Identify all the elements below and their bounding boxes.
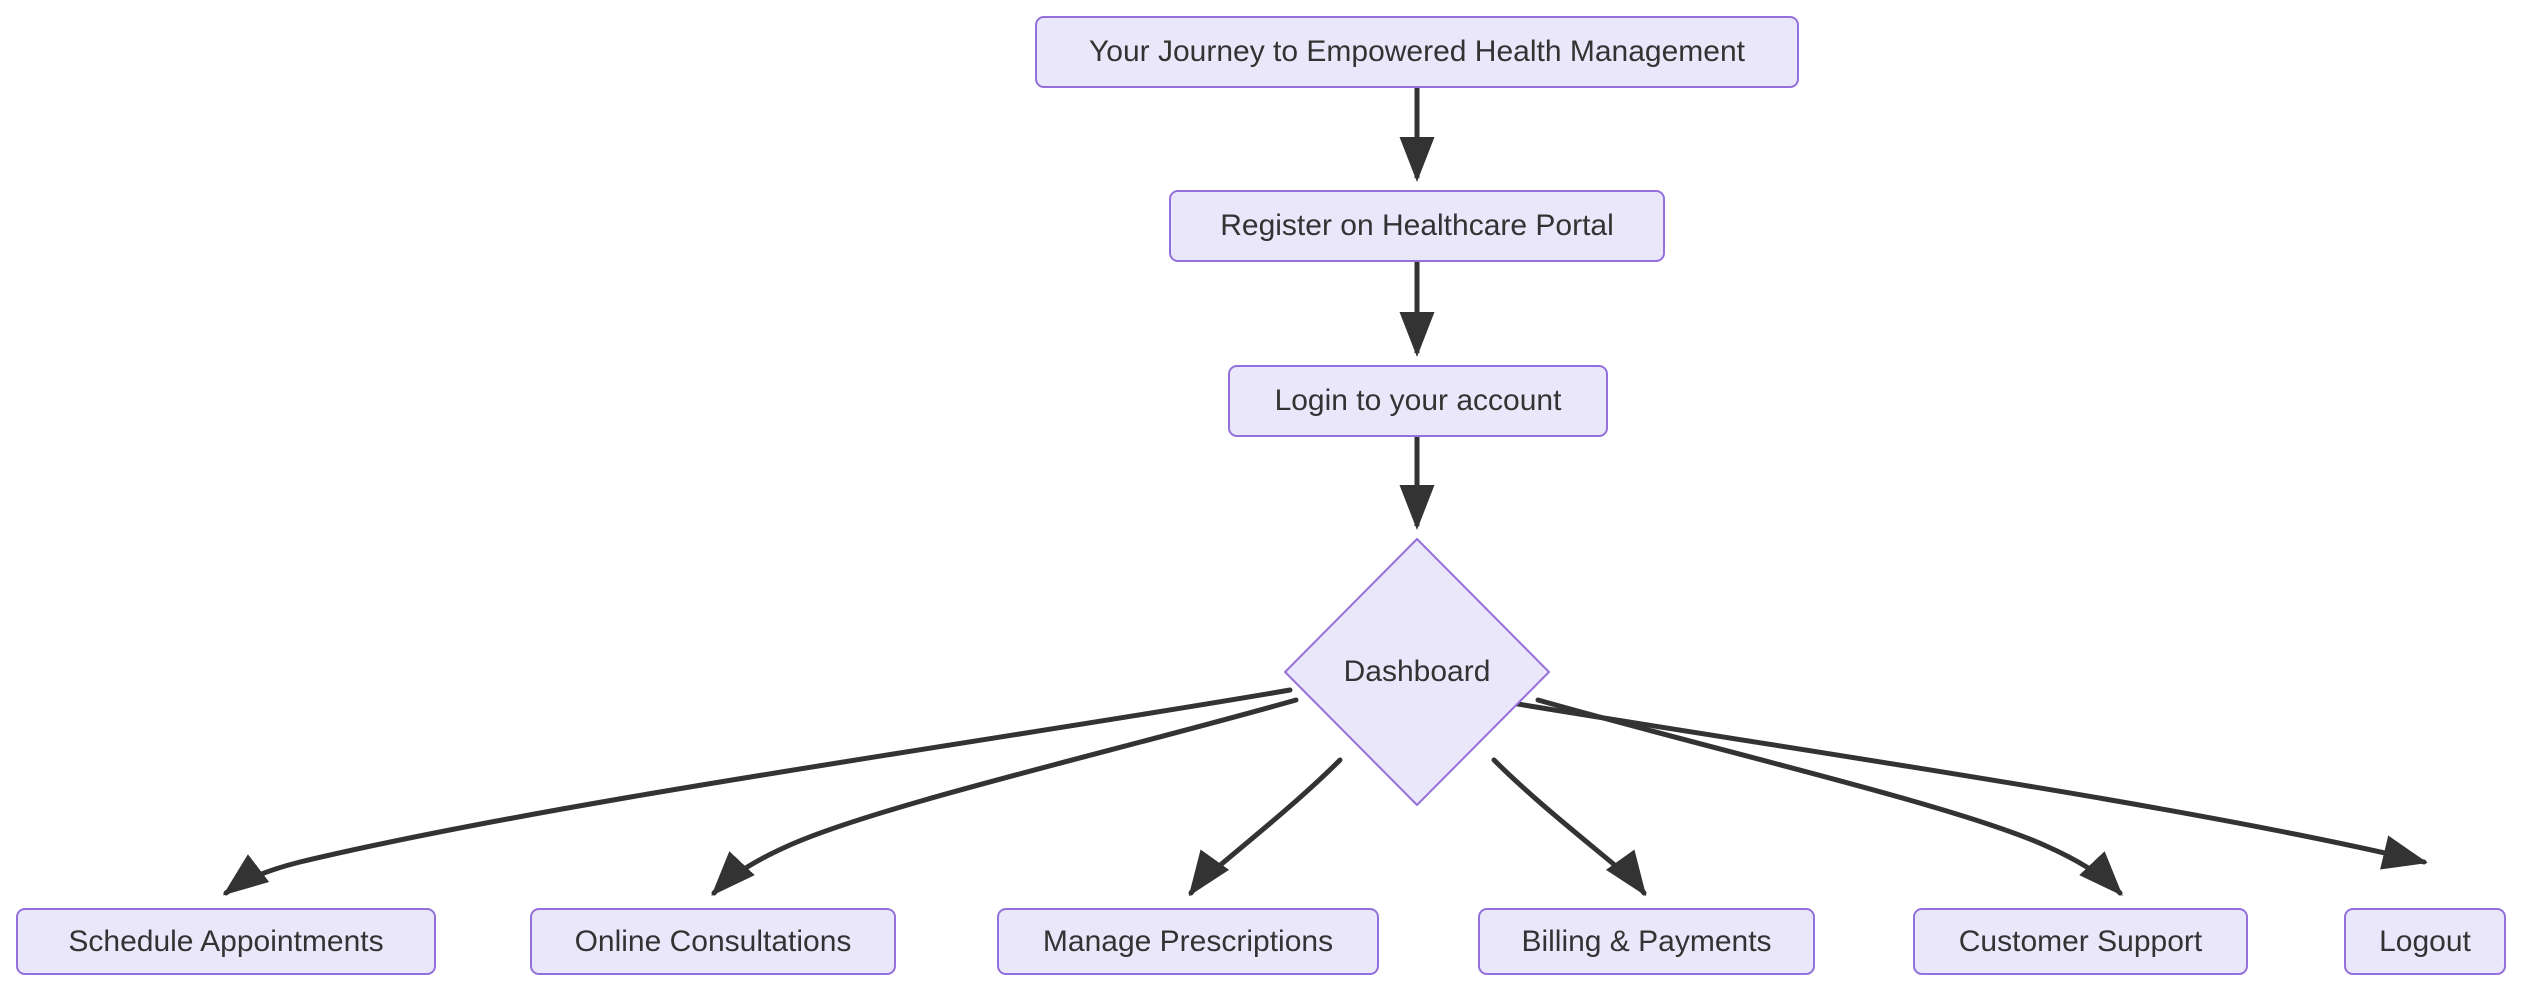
node-logout-label: Logout (2379, 924, 2471, 958)
node-billing-payments-label: Billing & Payments (1521, 924, 1772, 958)
node-online-consultations[interactable]: Online Consultations (530, 908, 896, 975)
node-schedule-appointments[interactable]: Schedule Appointments (16, 908, 436, 975)
node-dashboard[interactable]: Dashboard (1284, 538, 1550, 806)
edge-dashboard-to-logout (1431, 687, 2428, 870)
edge-layer (222, 88, 2428, 897)
node-title[interactable]: Your Journey to Empowered Health Managem… (1035, 16, 1799, 88)
node-logout[interactable]: Logout (2344, 908, 2506, 975)
edge-dashboard-to-online-consultations (711, 697, 1299, 896)
node-schedule-appointments-label: Schedule Appointments (68, 924, 384, 958)
node-register-label: Register on Healthcare Portal (1220, 209, 1614, 242)
node-login-label: Login to your account (1274, 384, 1562, 417)
node-dashboard-label: Dashboard (1343, 655, 1491, 688)
node-title-label: Your Journey to Empowered Health Managem… (1089, 35, 1745, 68)
node-billing-payments[interactable]: Billing & Payments (1478, 908, 1815, 975)
node-register[interactable]: Register on Healthcare Portal (1169, 190, 1665, 262)
node-manage-prescriptions[interactable]: Manage Prescriptions (997, 908, 1379, 975)
edge-dashboard-to-schedule-appointments (222, 687, 1293, 896)
node-login[interactable]: Login to your account (1228, 365, 1608, 437)
node-manage-prescriptions-label: Manage Prescriptions (1042, 924, 1334, 958)
node-online-consultations-label: Online Consultations (574, 924, 852, 958)
flowchart-canvas: Your Journey to Empowered Health Managem… (0, 0, 2522, 998)
node-customer-support[interactable]: Customer Support (1913, 908, 2248, 975)
node-customer-support-label: Customer Support (1958, 924, 2203, 958)
edge-dashboard-to-customer-support (1535, 697, 2123, 896)
